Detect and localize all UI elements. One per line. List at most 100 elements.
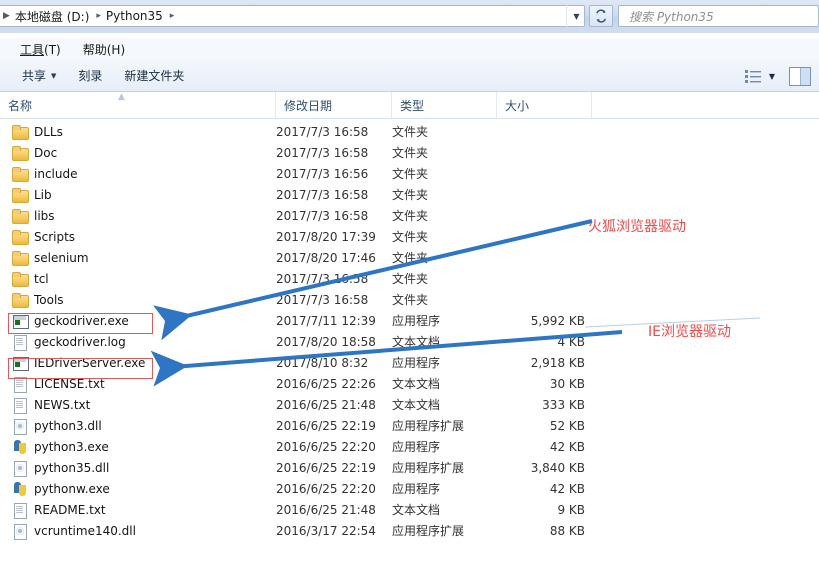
file-name-label: NEWS.txt xyxy=(34,397,91,412)
file-date-cell: 2016/6/25 21:48 xyxy=(276,502,376,517)
column-header-date-label: 修改日期 xyxy=(284,98,333,113)
file-list-row[interactable]: Tools 2017/7/3 16:58 文件夹 xyxy=(0,289,819,310)
column-header-type[interactable]: 类型 xyxy=(392,92,497,118)
file-name-cell[interactable]: selenium xyxy=(12,247,270,268)
preview-pane-button[interactable] xyxy=(789,66,811,86)
file-type-cell: 应用程序 xyxy=(392,482,441,496)
folder-icon xyxy=(12,124,29,140)
file-size-cell: 3,840 KB xyxy=(530,460,585,475)
file-list-row[interactable]: LICENSE.txt 2016/6/25 22:26 文本文档 30 KB xyxy=(0,373,819,394)
file-list-row[interactable]: python35.dll 2016/6/25 22:19 应用程序扩展 3,840 K… xyxy=(0,457,819,478)
breadcrumb-separator-1-icon[interactable]: ▸ xyxy=(90,11,105,21)
column-header-name[interactable]: 名称 xyxy=(0,92,276,118)
change-view-button[interactable]: ▼ xyxy=(744,69,775,84)
file-type-cell: 文件夹 xyxy=(392,272,429,286)
file-name-cell[interactable]: Lib xyxy=(12,184,270,205)
dll-icon xyxy=(12,460,28,477)
file-list-row[interactable]: DLLs 2017/7/3 16:58 文件夹 xyxy=(0,121,819,142)
burn-button[interactable]: 刻录 xyxy=(78,67,102,84)
file-name-cell[interactable]: Tools xyxy=(12,289,270,310)
file-name-cell[interactable]: Scripts xyxy=(12,226,270,247)
file-size-cell: 88 KB xyxy=(549,523,585,538)
file-name-label: geckodriver.exe xyxy=(34,313,129,328)
new-folder-button[interactable]: 新建文件夹 xyxy=(124,67,184,84)
address-bar[interactable]: ▶ 本地磁盘 (D:) ▸ Python35 ▸ xyxy=(0,5,585,27)
file-list-row[interactable]: NEWS.txt 2016/6/25 21:48 文本文档 333 KB xyxy=(0,394,819,415)
file-name-label: IEDriverServer.exe xyxy=(34,355,146,370)
file-name-cell[interactable]: python3.dll xyxy=(12,415,270,436)
column-header-date[interactable]: 修改日期 xyxy=(276,92,392,118)
file-name-cell[interactable]: geckodriver.log xyxy=(12,331,270,352)
file-list-row[interactable]: python3.exe 2016/6/25 22:20 应用程序 42 KB xyxy=(0,436,819,457)
file-name-label: Lib xyxy=(34,187,52,202)
file-type-cell: 文本文档 xyxy=(392,377,441,391)
text-document-icon xyxy=(12,502,28,519)
file-name-cell[interactable]: geckodriver.exe xyxy=(12,310,270,331)
file-name-cell[interactable]: README.txt xyxy=(12,499,270,520)
file-name-cell[interactable]: python3.exe xyxy=(12,436,270,457)
file-list-row[interactable]: tcl 2017/7/3 16:58 文件夹 xyxy=(0,268,819,289)
file-list-row[interactable]: Lib 2017/7/3 16:58 文件夹 xyxy=(0,184,819,205)
file-name-cell[interactable]: Doc xyxy=(12,142,270,163)
python-icon xyxy=(12,481,28,496)
python-icon xyxy=(12,439,28,454)
sort-ascending-icon: ▲ xyxy=(118,92,125,102)
file-name-label: Scripts xyxy=(34,229,76,244)
share-button[interactable]: 共享 ▼ xyxy=(22,67,56,84)
menu-bar: 工具(T) 帮助(H) xyxy=(0,38,819,60)
file-name-cell[interactable]: NEWS.txt xyxy=(12,394,270,415)
file-name-cell[interactable]: vcruntime140.dll xyxy=(12,520,270,541)
file-list-row[interactable]: libs 2017/7/3 16:58 文件夹 xyxy=(0,205,819,226)
file-name-cell[interactable]: DLLs xyxy=(12,121,270,142)
file-name-cell[interactable]: python35.dll xyxy=(12,457,270,478)
file-list-row[interactable]: Scripts 2017/8/20 17:39 文件夹 xyxy=(0,226,819,247)
file-list-row[interactable]: include 2017/7/3 16:56 文件夹 xyxy=(0,163,819,184)
address-history-dropdown-button[interactable]: ▼ xyxy=(566,5,586,27)
file-date-cell: 2016/6/25 22:19 xyxy=(276,418,376,433)
address-bar-row: ▶ 本地磁盘 (D:) ▸ Python35 ▸ ▼ 搜索 Python35 xyxy=(0,0,819,33)
file-date-cell: 2017/7/3 16:56 xyxy=(276,166,369,181)
file-list[interactable]: DLLs 2017/7/3 16:58 文件夹 Doc 2017/7/3 16:58 文件… xyxy=(0,121,819,585)
file-name-cell[interactable]: IEDriverServer.exe xyxy=(12,352,270,373)
file-name-label: selenium xyxy=(34,250,89,265)
breadcrumb-separator-2-icon[interactable]: ▸ xyxy=(164,11,179,21)
file-list-row[interactable]: IEDriverServer.exe 2017/8/10 8:32 应用程序 2,91… xyxy=(0,352,819,373)
breadcrumb-item-python35[interactable]: Python35 xyxy=(105,9,164,23)
file-name-label: DLLs xyxy=(34,124,63,139)
menu-item-help[interactable]: 帮助(H) xyxy=(83,41,125,58)
file-list-row[interactable]: pythonw.exe 2016/6/25 22:20 应用程序 42 KB xyxy=(0,478,819,499)
dll-icon xyxy=(12,418,28,435)
file-name-cell[interactable]: include xyxy=(12,163,270,184)
file-name-cell[interactable]: pythonw.exe xyxy=(12,478,270,499)
folder-icon xyxy=(12,145,29,161)
file-type-cell: 应用程序 xyxy=(392,356,441,370)
menu-item-help-label: 帮助 xyxy=(82,42,107,57)
file-list-row[interactable]: vcruntime140.dll 2016/3/17 22:54 应用程序扩展 88 … xyxy=(0,520,819,541)
file-list-row[interactable]: selenium 2017/8/20 17:46 文件夹 xyxy=(0,247,819,268)
file-type-cell: 文件夹 xyxy=(392,146,429,160)
breadcrumb-item-drive[interactable]: 本地磁盘 (D:) xyxy=(14,8,90,25)
file-type-cell: 文件夹 xyxy=(392,293,429,307)
file-type-cell: 应用程序 xyxy=(392,440,441,454)
refresh-icon xyxy=(596,9,607,23)
file-date-cell: 2017/7/3 16:58 xyxy=(276,187,369,202)
file-size-cell: 52 KB xyxy=(549,418,585,433)
search-box[interactable]: 搜索 Python35 xyxy=(618,5,819,27)
file-name-cell[interactable]: libs xyxy=(12,205,270,226)
file-name-cell[interactable]: LICENSE.txt xyxy=(12,373,270,394)
application-icon xyxy=(12,313,29,329)
file-list-row[interactable]: README.txt 2016/6/25 21:48 文本文档 9 KB xyxy=(0,499,819,520)
column-header-size[interactable]: 大小 xyxy=(497,92,592,118)
file-date-cell: 2017/7/3 16:58 xyxy=(276,292,369,307)
file-name-label: geckodriver.log xyxy=(34,334,126,349)
file-list-row[interactable]: Doc 2017/7/3 16:58 文件夹 xyxy=(0,142,819,163)
preview-pane-right-icon xyxy=(801,67,810,85)
breadcrumb-leading-chevron-icon[interactable]: ▶ xyxy=(0,11,14,21)
file-list-row[interactable]: python3.dll 2016/6/25 22:19 应用程序扩展 52 KB xyxy=(0,415,819,436)
folder-icon xyxy=(12,292,29,308)
menu-item-tools[interactable]: 工具(T) xyxy=(20,41,61,58)
application-icon xyxy=(12,355,29,371)
file-name-cell[interactable]: tcl xyxy=(12,268,270,289)
search-input[interactable]: 搜索 Python35 xyxy=(629,8,714,25)
refresh-button[interactable] xyxy=(589,5,613,27)
